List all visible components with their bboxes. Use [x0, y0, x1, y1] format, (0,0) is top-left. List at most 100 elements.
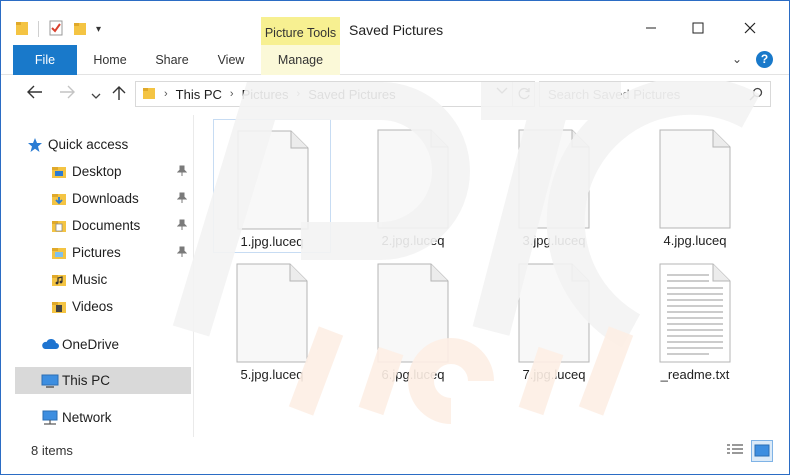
customize-toolbar-icon[interactable]: ▾ — [96, 24, 101, 35]
music-folder-icon — [51, 272, 69, 288]
sidebar-item-music[interactable]: Music — [51, 266, 191, 293]
tab-manage[interactable]: Manage — [261, 45, 340, 75]
close-icon — [744, 22, 756, 34]
breadcrumb-chevron-icon[interactable]: › — [230, 88, 234, 100]
documents-folder-icon — [51, 218, 69, 234]
file-item[interactable]: _readme.txt — [636, 253, 754, 387]
breadcrumb-pictures[interactable]: Pictures — [242, 87, 289, 102]
file-item[interactable]: 4.jpg.luceq — [636, 119, 754, 253]
details-view-icon[interactable] — [726, 442, 746, 462]
file-item[interactable]: 1.jpg.luceq — [213, 119, 331, 253]
file-name: 5.jpg.luceq — [240, 367, 304, 382]
computer-icon — [41, 373, 59, 389]
maximize-button[interactable] — [676, 15, 720, 41]
window-title: Saved Pictures — [349, 22, 444, 38]
sidebar-item-label: OneDrive — [62, 337, 120, 352]
blank-file-icon — [236, 263, 308, 363]
properties-icon[interactable] — [48, 20, 64, 39]
picture-tools-contextual-header: Picture Tools — [261, 17, 340, 45]
breadcrumb-chevron-icon[interactable]: › — [297, 88, 301, 100]
sidebar-item-videos[interactable]: Videos — [51, 293, 191, 320]
file-name: 7.jpg.luceq — [522, 367, 586, 382]
sidebar-item-quick-access[interactable]: Quick access — [27, 131, 187, 158]
sidebar-item-documents[interactable]: Documents — [51, 212, 191, 239]
toolbar-separator — [38, 21, 39, 37]
star-icon — [27, 137, 45, 153]
minimize-icon — [646, 27, 656, 29]
search-input[interactable] — [540, 82, 740, 106]
pin-icon[interactable] — [176, 165, 188, 180]
breadcrumb-this-pc[interactable]: This PC — [176, 87, 222, 102]
file-name: 1.jpg.luceq — [240, 234, 304, 249]
file-name: 6.jpg.luceq — [381, 367, 445, 382]
file-name: _readme.txt — [660, 367, 730, 382]
search-icon[interactable] — [749, 87, 763, 104]
breadcrumb-saved-pictures[interactable]: Saved Pictures — [308, 87, 395, 102]
blank-file-icon — [659, 129, 731, 229]
folder-icon[interactable] — [15, 20, 29, 39]
file-name: 2.jpg.luceq — [381, 233, 445, 248]
blank-file-icon — [377, 263, 449, 363]
sidebar-item-this-pc[interactable]: This PC — [15, 367, 191, 394]
sidebar-item-label: This PC — [62, 373, 111, 388]
minimize-button[interactable] — [629, 15, 673, 41]
file-item[interactable]: 5.jpg.luceq — [213, 253, 331, 387]
pin-icon[interactable] — [176, 246, 188, 261]
help-icon[interactable]: ? — [756, 51, 773, 68]
navigation-pane: Quick access Desktop Downloads Documents… — [1, 115, 194, 437]
cloud-icon — [41, 337, 59, 353]
item-count: 8 items — [31, 443, 73, 458]
downloads-folder-icon — [51, 191, 69, 207]
large-icons-view-icon[interactable] — [751, 440, 773, 462]
sidebar-item-desktop[interactable]: Desktop — [51, 158, 191, 185]
blank-file-icon — [237, 130, 309, 230]
sidebar-item-network[interactable]: Network — [41, 404, 191, 431]
pin-icon[interactable] — [176, 219, 188, 234]
pin-icon[interactable] — [176, 192, 188, 207]
pictures-folder-icon — [142, 86, 156, 103]
new-folder-icon[interactable] — [73, 20, 87, 39]
file-name: 3.jpg.luceq — [522, 233, 586, 248]
sidebar-item-label: Quick access — [48, 137, 129, 152]
file-name: 4.jpg.luceq — [663, 233, 727, 248]
tab-view[interactable]: View — [209, 45, 253, 75]
file-list: 1.jpg.luceq 2.jpg.luceq 3.jpg.luceq 4.jp… — [197, 115, 787, 437]
search-box[interactable] — [539, 81, 771, 107]
tab-home[interactable]: Home — [87, 45, 133, 75]
sidebar-item-onedrive[interactable]: OneDrive — [41, 331, 191, 358]
navigation-bar: › This PC › Pictures › Saved Pictures — [1, 75, 789, 115]
sidebar-item-label: Downloads — [72, 191, 139, 206]
address-dropdown-icon[interactable] — [496, 86, 508, 98]
address-bar[interactable]: › This PC › Pictures › Saved Pictures — [135, 81, 513, 107]
sidebar-item-downloads[interactable]: Downloads — [51, 185, 191, 212]
blank-file-icon — [518, 129, 590, 229]
videos-folder-icon — [51, 299, 69, 315]
sidebar-item-pictures[interactable]: Pictures — [51, 239, 191, 266]
refresh-icon — [518, 87, 530, 100]
pictures-folder-icon — [51, 245, 69, 261]
close-button[interactable] — [728, 15, 772, 41]
sidebar-item-label: Documents — [72, 218, 141, 233]
refresh-button[interactable] — [513, 81, 535, 107]
status-bar: 8 items — [1, 437, 789, 474]
tab-share[interactable]: Share — [149, 45, 195, 75]
maximize-icon — [692, 22, 704, 34]
back-arrow-icon[interactable] — [27, 85, 43, 103]
desktop-folder-icon — [51, 164, 69, 180]
sidebar-item-label: Network — [62, 410, 112, 425]
breadcrumb-chevron-icon[interactable]: › — [164, 88, 168, 100]
network-icon — [41, 410, 59, 426]
file-item[interactable]: 2.jpg.luceq — [354, 119, 472, 253]
text-file-icon — [659, 263, 731, 363]
file-item[interactable]: 6.jpg.luceq — [354, 253, 472, 387]
recent-locations-chevron-icon[interactable] — [91, 87, 101, 104]
sidebar-item-label: Music — [72, 272, 108, 287]
up-arrow-icon[interactable] — [112, 85, 126, 105]
file-item[interactable]: 7.jpg.luceq — [495, 253, 613, 387]
forward-arrow-icon[interactable] — [59, 85, 75, 103]
tab-file[interactable]: File — [13, 45, 77, 75]
file-item[interactable]: 3.jpg.luceq — [495, 119, 613, 253]
sidebar-item-label: Videos — [72, 299, 114, 314]
blank-file-icon — [518, 263, 590, 363]
ribbon-expand-icon[interactable]: ⌄ — [732, 52, 742, 66]
